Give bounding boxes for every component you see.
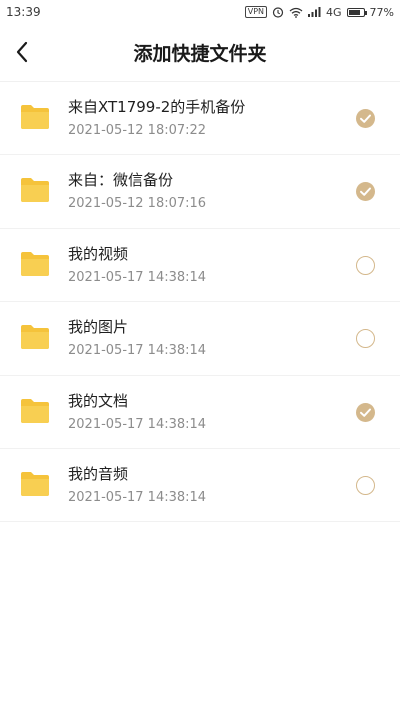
- folder-date: 2021-05-12 18:07:22: [68, 123, 207, 138]
- folder-icon: [21, 398, 49, 423]
- folder-row[interactable]: 来自XT1799-2的手机备份 2021-05-12 18:07:22: [0, 82, 400, 156]
- checkmark-icon: [360, 408, 371, 417]
- folder-date: 2021-05-12 18:07:16: [68, 196, 207, 212]
- folder-row[interactable]: 我的文档 2021-05-17 14:38:14: [0, 376, 400, 449]
- folder-name: 我的视频: [68, 244, 129, 263]
- unselected-circle-icon[interactable]: [356, 475, 375, 495]
- page-title: 添加快捷文件夹: [133, 43, 267, 65]
- folder-icon: [21, 325, 49, 350]
- folder-name: 来自XT1799-2的手机备份: [68, 98, 246, 116]
- unselected-circle-icon[interactable]: [356, 329, 375, 349]
- selected-check-icon[interactable]: [356, 109, 375, 128]
- selected-check-icon[interactable]: [356, 182, 375, 202]
- folder-icon: [21, 178, 49, 203]
- selected-check-icon[interactable]: [356, 402, 375, 422]
- battery-level: [348, 9, 360, 15]
- signal-icon: [308, 7, 321, 17]
- folder-date: 2021-05-17 14:38:14: [68, 416, 207, 432]
- status-bar: 13:39 VPN 4G 77%: [0, 0, 400, 24]
- folder-date: 2021-05-17 14:38:14: [68, 489, 207, 505]
- status-time: 13:39: [6, 5, 41, 19]
- folder-list: 来自XT1799-2的手机备份 2021-05-12 18:07:22 来自：微信备…: [0, 82, 400, 523]
- alarm-icon: [272, 7, 284, 18]
- battery-percent: 77%: [369, 5, 394, 19]
- folder-icon: [21, 471, 49, 496]
- battery-icon: [346, 7, 367, 17]
- folder-icon: [21, 251, 49, 276]
- folder-date: 2021-05-17 14:38:14: [68, 269, 207, 285]
- folder-name: 我的文档: [68, 391, 129, 410]
- folder-row[interactable]: 我的音频 2021-05-17 14:38:14: [0, 449, 400, 523]
- chevron-left-icon: [16, 41, 28, 63]
- folder-row[interactable]: 我的图片 2021-05-17 14:38:14: [0, 302, 400, 376]
- network-type: 4G: [326, 5, 342, 19]
- folder-row[interactable]: 来自：微信备份 2021-05-12 18:07:16: [0, 155, 400, 229]
- status-icons: VPN 4G 77%: [244, 5, 394, 19]
- folder-date: 2021-05-17 14:38:14: [68, 343, 207, 359]
- folder-row[interactable]: 我的视频 2021-05-17 14:38:14: [0, 229, 400, 303]
- checkmark-icon: [360, 187, 371, 197]
- unselected-circle-icon[interactable]: [356, 255, 375, 275]
- folder-name: 来自：微信备份: [68, 171, 174, 190]
- folder-name: 我的音频: [68, 464, 129, 483]
- folder-name: 我的图片: [68, 318, 129, 337]
- back-button[interactable]: [10, 38, 34, 66]
- checkmark-icon: [360, 114, 371, 123]
- folder-icon: [21, 105, 49, 129]
- wifi-icon: [289, 7, 303, 18]
- vpn-icon: VPN: [244, 6, 268, 18]
- header: 添加快捷文件夹: [0, 24, 400, 82]
